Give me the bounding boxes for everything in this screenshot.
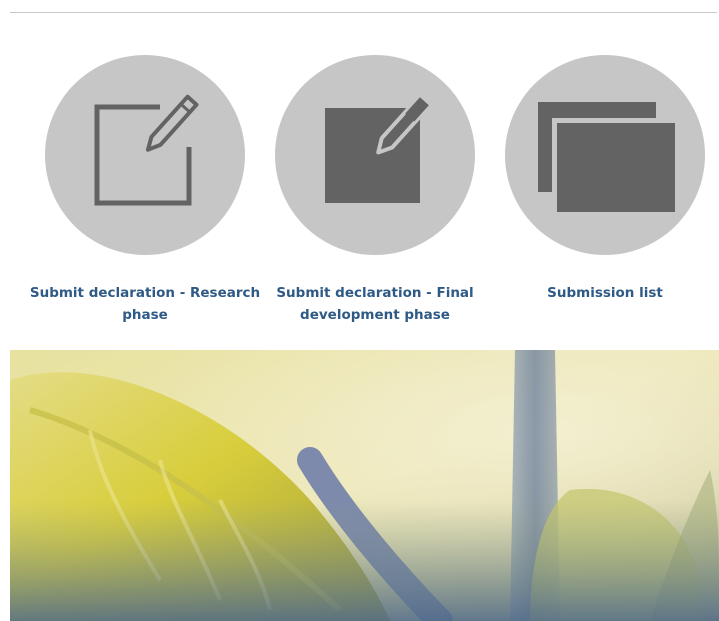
research-tile-label[interactable]: Submit declaration - Research phase bbox=[25, 282, 265, 326]
submit-declaration-final-tile[interactable]: Submit declaration - Final development p… bbox=[275, 55, 475, 323]
submission-list-tile[interactable]: Submission list bbox=[505, 55, 705, 301]
edit-outline-icon bbox=[94, 94, 199, 206]
final-icon-circle[interactable] bbox=[275, 55, 475, 255]
top-divider bbox=[10, 12, 717, 13]
list-icon-circle[interactable] bbox=[505, 55, 705, 255]
list-tile-label[interactable]: Submission list bbox=[485, 282, 719, 304]
edit-filled-icon bbox=[325, 94, 432, 203]
submit-declaration-research-tile[interactable]: Submit declaration - Research phase bbox=[30, 55, 260, 323]
nature-banner-image bbox=[10, 350, 719, 621]
final-tile-label[interactable]: Submit declaration - Final development p… bbox=[255, 282, 495, 326]
leaf-photo-image bbox=[10, 350, 719, 621]
stacked-documents-icon bbox=[538, 102, 680, 214]
research-icon-circle[interactable] bbox=[45, 55, 245, 255]
